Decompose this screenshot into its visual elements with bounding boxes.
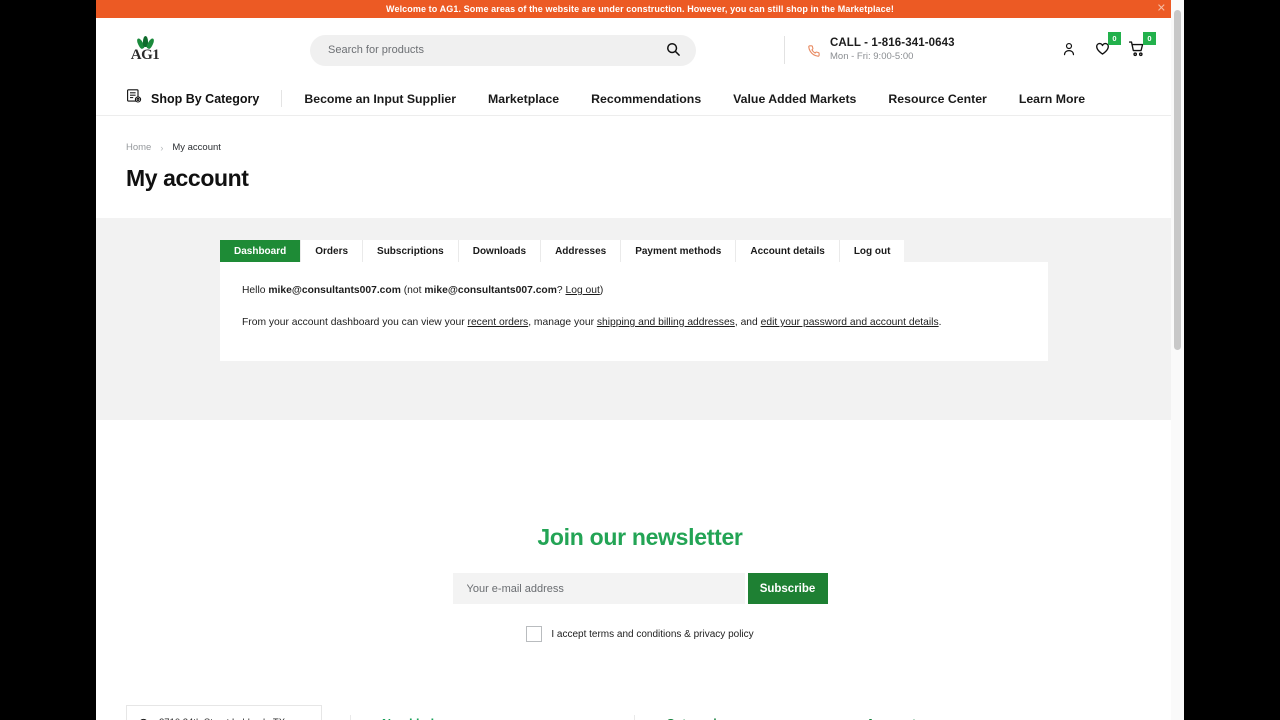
greeting-question: ? [556,285,563,296]
cart-button[interactable]: 0 [1128,31,1156,61]
main-navigation: Shop By Category Become an Input Supplie… [96,82,1184,116]
page-title: My account [126,165,249,191]
scrollbar-track[interactable] [1171,0,1184,720]
site-logo[interactable]: AG1 [128,33,162,67]
search-bar[interactable] [310,34,696,66]
site-header: AG1 CALL - 1-816-341-0643 Mon - [96,18,1184,82]
breadcrumb: Home › My account [126,142,1154,153]
tab-orders[interactable]: Orders [301,240,364,262]
intro-part2: , manage your [528,316,597,328]
search-input[interactable] [328,44,664,56]
close-icon[interactable]: ✕ [1157,3,1166,15]
tab-account-details[interactable]: Account details [736,240,840,262]
dashboard-panel: Hello mike@consultants007.com (not mike@… [220,262,1048,361]
newsletter-terms: I accept terms and conditions & privacy … [96,626,1184,642]
breadcrumb-home[interactable]: Home [126,142,151,153]
announcement-bar: Welcome to AG1. Some areas of the websit… [96,0,1184,18]
footer-address: 2710 24th Street Lubbock, TX 79410 [126,705,322,720]
breadcrumb-separator: › [160,142,164,153]
subscribe-button[interactable]: Subscribe [747,573,828,604]
breadcrumb-current: My account [172,142,221,153]
newsletter-form: Subscribe [96,573,1184,604]
footer-divider-1 [350,715,351,720]
greeting-not-email: mike@consultants007.com [424,285,557,296]
greeting-close-paren: ) [599,285,604,296]
newsletter-title: Join our newsletter [537,524,743,550]
greeting-line: Hello mike@consultants007.com (not mike@… [242,284,1026,299]
wishlist-count-badge: 0 [1108,32,1121,45]
scrollbar-thumb[interactable] [1174,10,1181,350]
call-info[interactable]: CALL - 1-816-341-0643 Mon - Fri: 9:00-5:… [806,36,955,64]
account-button[interactable] [1061,41,1077,60]
shop-by-category-button[interactable]: Shop By Category [126,88,259,109]
newsletter-section: Join our newsletter Subscribe I accept t… [96,420,1184,642]
tab-log-out[interactable]: Log out [839,240,905,262]
account-details-link[interactable]: edit your password and account details [761,317,939,328]
cart-count-badge: 0 [1143,31,1156,45]
dashboard-intro: From your account dashboard you can view… [242,316,1026,331]
wishlist-button[interactable]: 0 [1094,32,1121,60]
header-actions: 0 0 [1061,31,1156,61]
greeting-hello: Hello [242,285,266,296]
nav-link-become-an-input-supplier[interactable]: Become an Input Supplier [304,92,456,106]
catalog-icon [126,88,142,109]
header-divider [784,36,785,64]
account-tabs: Dashboard Orders Subscriptions Downloads… [220,240,1184,262]
tab-addresses[interactable]: Addresses [541,240,622,262]
tab-subscriptions[interactable]: Subscriptions [363,240,459,262]
tab-downloads[interactable]: Downloads [458,240,542,262]
tab-payment-methods[interactable]: Payment methods [621,240,737,262]
nav-links: Become an Input Supplier Marketplace Rec… [304,92,1085,106]
intro-part4: . [938,316,942,328]
user-icon [1061,41,1077,60]
browser-viewport: Welcome to AG1. Some areas of the websit… [96,0,1184,720]
logout-link[interactable]: Log out [565,285,599,296]
search-button[interactable] [664,42,682,59]
call-number: CALL - 1-816-341-0643 [830,36,955,49]
shop-by-category-label: Shop By Category [151,91,260,106]
nav-link-resource-center[interactable]: Resource Center [888,92,986,106]
announcement-text: Welcome to AG1. Some areas of the websit… [386,4,894,14]
greeting-user-email: mike@consultants007.com [268,285,401,296]
tab-dashboard[interactable]: Dashboard [220,240,302,262]
accept-terms-label: I accept terms and conditions & privacy … [551,628,754,640]
nav-link-value-added-markets[interactable]: Value Added Markets [733,92,856,106]
logo-text: AG1 [130,47,160,63]
account-section: Dashboard Orders Subscriptions Downloads… [96,218,1184,420]
phone-icon [806,43,821,58]
site-footer: 2710 24th Street Lubbock, TX 79410 Need … [96,705,1184,720]
call-hours: Mon - Fri: 9:00-5:00 [830,51,914,63]
intro-part3: , and [734,316,761,328]
newsletter-email-input[interactable] [452,573,745,604]
page-header: Home › My account My account [96,116,1184,218]
nav-divider [281,90,283,107]
footer-divider-2 [634,715,635,720]
addresses-link[interactable]: shipping and billing addresses [597,317,735,328]
greeting-not-prefix: (not [403,285,422,296]
nav-link-learn-more[interactable]: Learn More [1019,92,1085,106]
nav-link-recommendations[interactable]: Recommendations [591,92,701,106]
nav-link-marketplace[interactable]: Marketplace [488,92,559,106]
search-icon [666,42,680,59]
recent-orders-link[interactable]: recent orders [468,317,529,328]
accept-terms-checkbox[interactable] [526,626,543,642]
intro-part1: From your account dashboard you can view… [242,316,468,328]
plant-icon [135,36,155,50]
